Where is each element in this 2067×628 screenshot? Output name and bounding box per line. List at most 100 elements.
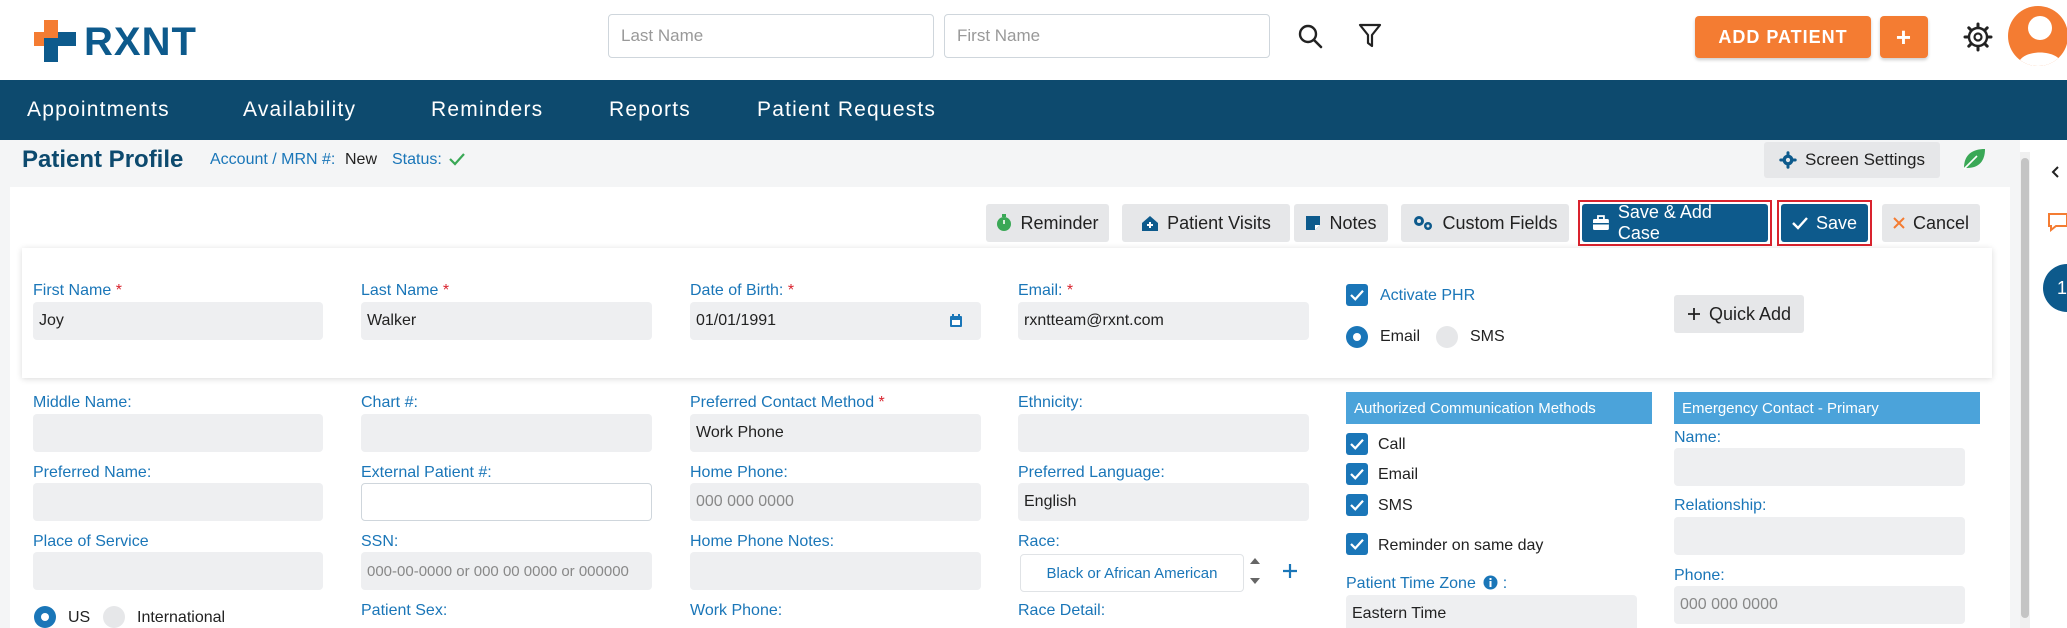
check-icon [1350,538,1364,550]
race-scroll-arrows-icon[interactable] [1248,556,1262,586]
calendar-icon[interactable] [949,314,963,328]
notes-button[interactable]: Notes [1294,204,1388,242]
chevron-left-icon[interactable] [2050,166,2060,178]
first-name-field[interactable]: Joy [33,302,323,340]
leaf-icon[interactable] [1961,146,1987,172]
filter-button[interactable] [1350,16,1390,56]
plus-icon [1687,308,1700,320]
add-patient-button[interactable]: ADD PATIENT [1695,16,1871,58]
settings-button[interactable] [1958,17,1998,57]
last-name-field[interactable]: Walker [361,302,652,340]
activate-phr-checkbox[interactable] [1346,284,1368,306]
chat-icon[interactable] [2047,212,2067,232]
custom-fields-button[interactable]: Custom Fields [1401,204,1569,242]
info-icon[interactable] [1483,575,1498,590]
home-phone-field[interactable]: 000 000 0000 [690,483,981,521]
place-of-service-label: Place of Service [33,533,149,550]
quick-add-button[interactable]: Quick Add [1674,295,1804,333]
save-add-case-button[interactable]: Save & Add Case [1582,202,1768,243]
reminder-same-day-checkbox[interactable] [1346,533,1368,555]
search-button[interactable] [1290,16,1330,56]
nav-patient-requests[interactable]: Patient Requests [757,80,936,140]
email-comm-label: Email [1378,466,1419,483]
sms-checkbox[interactable] [1346,494,1368,516]
check-icon [1792,217,1808,230]
patient-visits-label: Patient Visits [1167,212,1271,233]
preferred-language-field[interactable]: English [1018,483,1309,521]
ethnicity-label: Ethnicity: [1018,394,1083,411]
email-field[interactable]: rxntteam@rxnt.com [1018,302,1309,340]
right-rail: 1 [2020,140,2067,628]
last-name-search-input[interactable] [608,14,934,58]
sms-comm-label: SMS [1378,497,1413,514]
first-name-label: First Name * [33,282,122,299]
stopwatch-icon [997,214,1012,231]
add-race-icon[interactable] [1282,563,1298,579]
ethnicity-field[interactable] [1018,414,1309,452]
custom-fields-label: Custom Fields [1442,212,1558,233]
middle-name-label: Middle Name: [33,394,132,411]
external-patient-label: External Patient #: [361,464,492,481]
nav-appointments[interactable]: Appointments [27,80,170,140]
email-checkbox[interactable] [1346,463,1368,485]
nav-reminders[interactable]: Reminders [431,80,543,140]
time-zone-field[interactable]: Eastern Time [1346,595,1637,628]
race-label: Race: [1018,533,1060,550]
scrollbar-thumb[interactable] [2021,158,2029,618]
home-phone-notes-field[interactable] [690,552,981,590]
home-phone-notes-label: Home Phone Notes: [690,533,835,550]
ssn-field[interactable]: 000-00-0000 or 000 00 0000 or 000000 [361,552,652,590]
middle-name-field[interactable] [33,414,323,452]
email-label: Email: * [1018,282,1074,299]
external-patient-field[interactable] [361,483,652,521]
phr-email-radio[interactable] [1346,326,1368,348]
user-icon [2018,16,2062,66]
call-checkbox[interactable] [1346,433,1368,455]
check-icon [1350,289,1364,301]
activate-phr-label: Activate PHR [1380,287,1476,304]
authorized-communication-header: Authorized Communication Methods [1346,392,1652,424]
preferred-contact-field[interactable]: Work Phone [690,414,981,452]
preferred-name-field[interactable] [33,483,323,521]
emergency-name-label: Name: [1674,429,1722,446]
emergency-phone-field[interactable]: 000 000 0000 [1674,586,1965,624]
us-radio[interactable] [34,606,56,628]
phr-sms-label: SMS [1470,328,1505,345]
work-phone-label: Work Phone: [690,602,783,619]
gear-icon [1779,151,1797,169]
relationship-label: Relationship: [1674,497,1767,514]
user-avatar[interactable] [2008,6,2067,66]
chart-number-label: Chart #: [361,394,418,411]
check-icon [1350,499,1364,511]
patient-sex-label: Patient Sex: [361,602,448,619]
preferred-contact-label: Preferred Contact Method * [690,394,885,411]
note-icon [1306,216,1321,230]
emergency-name-field[interactable] [1674,448,1965,486]
top-bar: RXNT ADD PATIENT + [0,0,2067,80]
international-radio[interactable] [103,606,125,628]
main-nav: Appointments Availability Reminders Repo… [0,80,2067,140]
save-button[interactable]: Save [1781,204,1868,242]
check-icon [1350,438,1364,450]
first-name-search-input[interactable] [944,14,1270,58]
phr-sms-radio[interactable] [1436,326,1458,348]
cancel-button[interactable]: Cancel [1882,204,1980,242]
dob-field[interactable]: 01/01/1991 [690,302,981,340]
reminder-button[interactable]: Reminder [986,204,1109,242]
notification-badge[interactable]: 1 [2043,264,2067,312]
place-of-service-field[interactable] [33,552,323,590]
nav-availability[interactable]: Availability [243,80,356,140]
brand-name: RXNT [84,20,197,64]
add-plus-button[interactable]: + [1880,16,1928,58]
cancel-label: Cancel [1912,212,1970,233]
check-icon [1350,468,1364,480]
nav-reports[interactable]: Reports [609,80,691,140]
scrollbar-track[interactable] [2020,152,2030,628]
race-list-item[interactable]: Black or African American [1020,554,1244,592]
relationship-field[interactable] [1674,517,1965,555]
patient-visits-button[interactable]: Patient Visits [1122,204,1290,242]
chart-number-field[interactable] [361,414,652,452]
screen-settings-button[interactable]: Screen Settings [1764,142,1940,178]
save-label: Save [1815,212,1858,233]
account-mrn-value: New [345,151,378,168]
